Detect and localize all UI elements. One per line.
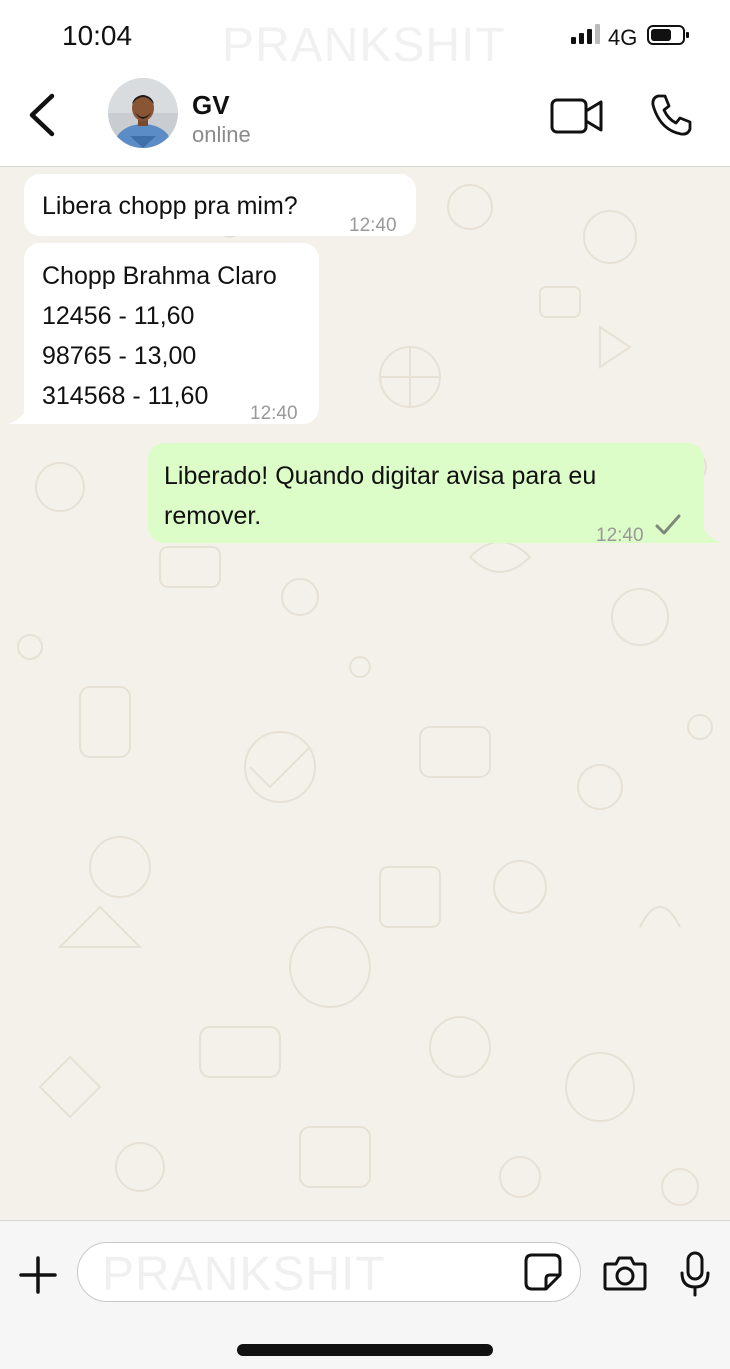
battery-icon: [647, 25, 689, 45]
message-bubble-incoming[interactable]: Chopp Brahma Claro 12456 - 11,60 98765 -…: [24, 243, 319, 424]
signal-icon: [571, 24, 600, 44]
message-composer: PRANKSHIT: [0, 1220, 730, 1369]
video-camera-icon[interactable]: [550, 96, 604, 136]
message-text: Libera chopp pra mim?: [42, 192, 298, 220]
bubble-tail: [702, 527, 722, 543]
chat-area[interactable]: Libera chopp pra mim? 12:40 Chopp Brahma…: [0, 167, 730, 1220]
bubble-tail: [8, 408, 28, 424]
message-time: 12:40: [596, 525, 644, 546]
message-time: 12:40: [250, 403, 298, 424]
sticker-icon[interactable]: [524, 1253, 562, 1291]
message-input[interactable]: PRANKSHIT: [77, 1242, 581, 1302]
message-bubble-outgoing[interactable]: Liberado! Quando digitar avisa para eu r…: [148, 443, 704, 546]
avatar-photo: [108, 78, 178, 148]
single-check-icon: [655, 514, 681, 535]
status-watermark: PRANKSHIT: [222, 19, 506, 72]
network-type: 4G: [608, 25, 638, 50]
contact-name[interactable]: GV: [192, 90, 230, 121]
message-time: 12:40: [349, 215, 397, 236]
home-indicator[interactable]: [237, 1344, 493, 1356]
status-time: 10:04: [62, 20, 133, 51]
microphone-icon[interactable]: [678, 1251, 712, 1297]
camera-icon[interactable]: [603, 1255, 647, 1291]
message-bubble-incoming[interactable]: Libera chopp pra mim? 12:40: [24, 174, 416, 236]
status-bar: 10:04 PRANKSHIT 4G: [0, 0, 730, 72]
contact-status: online: [192, 122, 251, 147]
input-watermark: PRANKSHIT: [102, 1248, 386, 1301]
message-text: Chopp Brahma Claro 12456 - 11,60 98765 -…: [42, 262, 277, 410]
avatar[interactable]: [108, 78, 178, 148]
message-text: Liberado! Quando digitar avisa para eu r…: [164, 462, 597, 530]
chat-header: GV online: [0, 70, 730, 167]
chevron-left-icon[interactable]: [26, 92, 60, 138]
phone-icon[interactable]: [648, 92, 694, 138]
plus-icon[interactable]: [18, 1255, 58, 1295]
